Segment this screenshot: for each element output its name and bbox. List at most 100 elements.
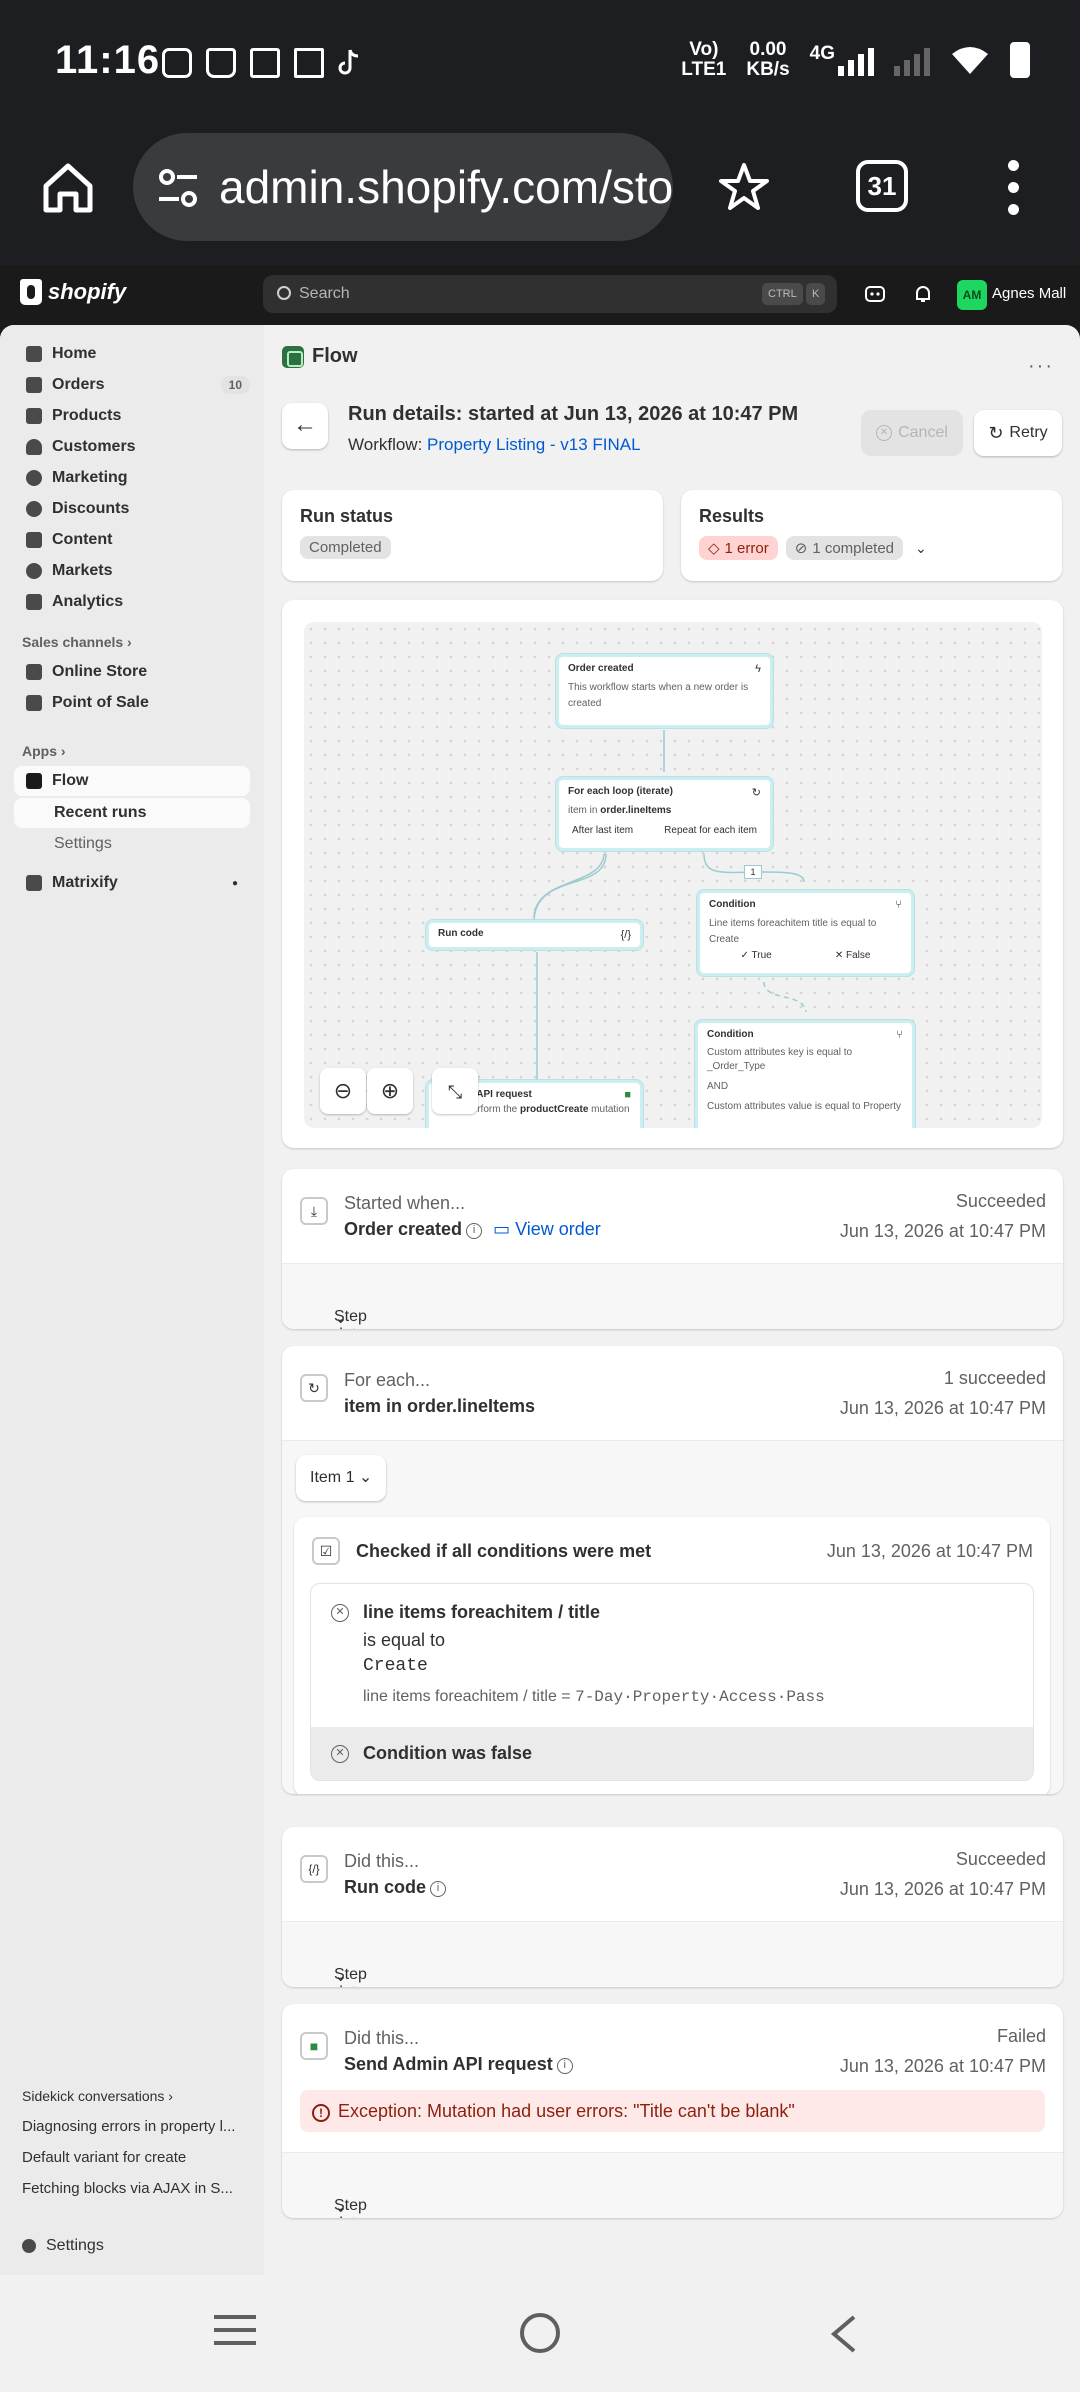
sidebar-item-point-of-sale[interactable]: Point of Sale	[14, 688, 250, 718]
node-run-code[interactable]: Run code {/}	[426, 920, 643, 950]
sidebar-item-matrixify[interactable]: Matrixify ●	[14, 868, 250, 898]
sidebar-item-settings[interactable]: Settings	[14, 2231, 250, 2261]
zoom-in-button[interactable]: ⊕	[367, 1068, 413, 1114]
error-banner: ! Exception: Mutation had user errors: "T…	[300, 2090, 1045, 2132]
address-bar[interactable]: admin.shopify.com/sto	[133, 133, 673, 241]
sidebar-item-marketing[interactable]: Marketing	[14, 463, 250, 493]
network-type: 4G	[809, 43, 835, 64]
site-settings-icon[interactable]	[155, 165, 201, 211]
sidekick-conversation[interactable]: Default variant for create	[22, 2149, 248, 2166]
sidebar-item-content[interactable]: Content	[14, 525, 250, 555]
chevron-down-icon[interactable]: ⌄	[915, 540, 927, 557]
sidekick-heading[interactable]: Sidekick conversations ›	[22, 2088, 173, 2104]
matrixify-icon	[26, 875, 42, 891]
sidekick-conversation[interactable]: Diagnosing errors in property l...	[22, 2118, 248, 2135]
info-icon[interactable]: i	[430, 1881, 447, 1897]
check-title: Checked if all conditions were met	[356, 1541, 652, 1561]
sidebar-item-markets[interactable]: Markets	[14, 556, 250, 586]
branch-after-last: After last item	[572, 825, 634, 836]
info-icon[interactable]: i	[556, 2058, 573, 2074]
shopify-logo[interactable]: shopify	[20, 279, 126, 305]
view-order-link[interactable]: ▭ View order	[493, 1219, 601, 1239]
branch-icon: ⑂	[895, 899, 902, 911]
step-data-toggle[interactable]: Step data ⌄	[282, 1263, 1063, 1329]
completed-badge: ⊘ 1 completed	[785, 536, 904, 560]
sidekick-icon[interactable]	[864, 283, 886, 305]
shortcut-ctrl: CTRL	[762, 283, 803, 305]
step-name: Order created	[344, 1219, 463, 1239]
zoom-out-icon: ⊖	[333, 1078, 353, 1103]
retry-button[interactable]: ↻ Retry	[974, 410, 1062, 456]
sidebar-item-online-store[interactable]: Online Store	[14, 657, 250, 687]
code-icon: {/}	[620, 929, 631, 941]
sales-channels-heading[interactable]: Sales channels ›	[22, 634, 132, 650]
collapse-arrows-icon: ⤡	[447, 1082, 463, 1102]
bell-icon[interactable]	[912, 283, 934, 305]
zoom-out-button[interactable]: ⊖	[320, 1068, 366, 1114]
x-circle-icon: ✕	[331, 1745, 349, 1763]
shopify-notif-icon	[206, 48, 236, 78]
home-button[interactable]	[520, 2313, 560, 2353]
shortcut-k: K	[806, 283, 826, 305]
back-nav-button[interactable]	[826, 2313, 860, 2355]
cancel-button[interactable]: ✕ Cancel	[861, 410, 963, 456]
node-condition-1[interactable]: Condition ⑂ Line items foreachitem title…	[697, 890, 914, 976]
item-select[interactable]: Item 1 ⌄	[296, 1455, 387, 1501]
sidebar-item-home[interactable]: Home	[14, 339, 250, 369]
run-status-card: Run status Completed	[282, 490, 663, 581]
recent-apps-button[interactable]	[214, 2315, 256, 2345]
app-title: Flow	[312, 345, 358, 367]
shopify-icon: ■	[624, 1089, 631, 1101]
sidebar-item-products[interactable]: Products	[14, 401, 250, 431]
browser-home-icon[interactable]	[40, 160, 96, 216]
sidekick-conversation[interactable]: Fetching blocks via AJAX in S...	[22, 2180, 248, 2197]
branch-icon: ⑂	[896, 1029, 903, 1041]
step-status: 1 succeeded	[943, 1368, 1046, 1388]
shopify-topbar: shopify Search CTRL K AM Agnes Mall	[0, 265, 1080, 325]
user-name[interactable]: Agnes Mall	[992, 285, 1066, 302]
chevron-down-icon: ⌄	[334, 1310, 348, 1327]
person-icon	[26, 439, 42, 455]
more-actions-button[interactable]: ···	[1028, 355, 1054, 378]
chevron-down-icon: ⌄	[358, 1469, 373, 1486]
step-data-toggle[interactable]: Step data ⌄	[282, 1921, 1063, 1987]
sidebar-item-discounts[interactable]: Discounts	[14, 494, 250, 524]
code-icon: {/}	[300, 1855, 328, 1883]
tiktok-icon	[338, 48, 360, 78]
node-condition-2[interactable]: Condition ⑂ Custom attributes key is equ…	[695, 1020, 915, 1128]
sidebar-item-customers[interactable]: Customers	[14, 432, 250, 462]
step-date: Jun 13, 2026 at 10:47 PM	[839, 1221, 1046, 1241]
avatar[interactable]: AM	[957, 280, 987, 310]
step-data-toggle[interactable]: Step data ⌄	[282, 2152, 1063, 2218]
tab-switcher-button[interactable]: 31	[856, 160, 908, 212]
workflow-link[interactable]: Property Listing - v13 FINAL	[427, 435, 641, 454]
step-date: Jun 13, 2026 at 10:47 PM	[839, 1398, 1046, 1418]
arrow-left-icon: ←	[293, 411, 317, 438]
main-content: Flow ··· ← Run details: started at Jun 1…	[264, 325, 1080, 2275]
workflow-diagram[interactable]: Order created ϟ This workflow starts whe…	[304, 622, 1042, 1128]
apps-heading[interactable]: Apps ›	[22, 743, 66, 759]
content-icon	[26, 532, 42, 548]
node-for-each[interactable]: For each loop (iterate) ↻ item in order.…	[556, 777, 773, 851]
back-button[interactable]: ←	[282, 403, 328, 449]
data-speed: 0.00 KB/s	[746, 39, 790, 80]
wifi-icon	[952, 47, 988, 74]
browser-menu-icon[interactable]	[1008, 160, 1020, 215]
sidebar-item-analytics[interactable]: Analytics	[14, 587, 250, 617]
sidebar-item-flow-settings[interactable]: Settings	[14, 829, 250, 859]
step-name: item in order.lineItems	[344, 1396, 536, 1416]
fit-view-button[interactable]: ⤡	[432, 1068, 478, 1114]
home-icon	[26, 346, 42, 362]
gear-icon	[22, 2239, 36, 2253]
sidebar-item-recent-runs[interactable]: Recent runs	[14, 798, 250, 828]
info-icon[interactable]: i	[466, 1223, 483, 1239]
sidebar-item-orders[interactable]: Orders 10	[14, 370, 250, 400]
search-input[interactable]: Search CTRL K	[263, 275, 837, 313]
sidebar-item-flow[interactable]: Flow	[14, 766, 250, 796]
condition-result: Condition was false	[363, 1743, 533, 1763]
node-order-created[interactable]: Order created ϟ This workflow starts whe…	[556, 654, 773, 728]
bookmark-star-icon[interactable]	[716, 160, 772, 216]
search-icon	[277, 286, 291, 300]
flow-app-icon	[26, 773, 42, 789]
branch-repeat: Repeat for each item	[664, 825, 757, 836]
